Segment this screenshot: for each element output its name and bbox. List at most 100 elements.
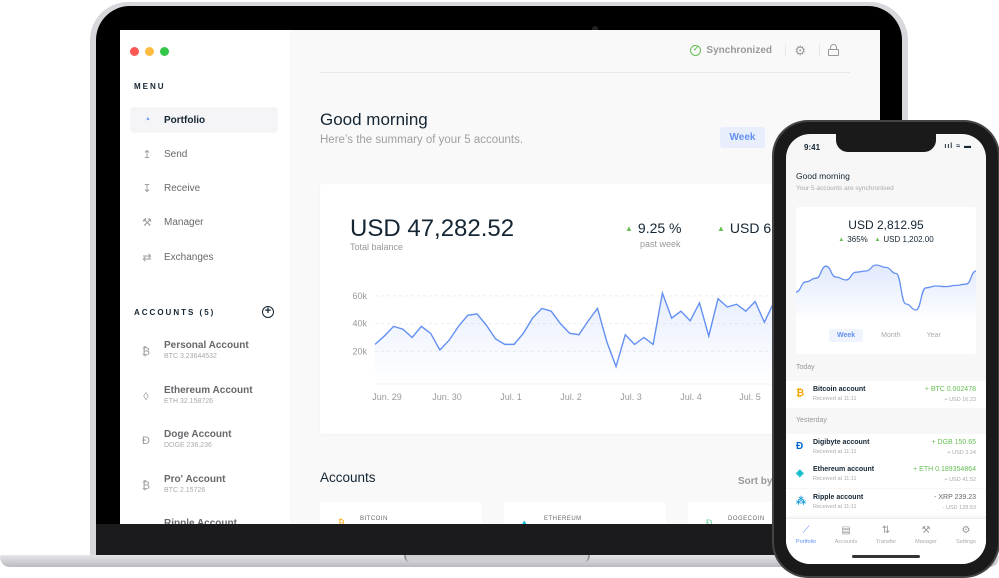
sidebar-item-exchanges[interactable]: ⇄ Exchanges — [130, 244, 278, 270]
transfer-icon: ⇅ — [881, 525, 891, 536]
nav-accounts[interactable]: ▤ Accounts — [826, 525, 866, 545]
x-tick-label: Jun. 30 — [432, 392, 462, 402]
y-tick-label: 40k — [352, 319, 367, 329]
close-window-button[interactable] — [130, 47, 139, 56]
transaction-row[interactable]: ₿ Bitcoin account Received at 11:11 + BTC 0… — [786, 381, 986, 408]
mobile-total-balance: USD 2,812.95 — [848, 218, 924, 232]
sync-status: ✓ Synchronized — [690, 45, 772, 56]
divider — [819, 44, 820, 56]
account-item[interactable]: ◊ Ethereum Account ETH 32.158726 — [140, 385, 253, 430]
tab-month[interactable]: Month — [873, 329, 908, 342]
account-text: Ripple Account — [164, 518, 237, 524]
transaction-time: Received at 11:11 — [813, 476, 857, 482]
transaction-name: Bitcoin account — [813, 386, 866, 393]
account-card-label: ETHEREUM — [544, 516, 582, 522]
laptop-notch — [404, 555, 590, 562]
sidebar-item-receive[interactable]: ↧ Receive — [130, 176, 278, 202]
account-text: Pro' Account BTC 2.15726 — [164, 474, 225, 494]
tab-year[interactable]: Year — [919, 329, 949, 342]
account-item[interactable]: ₿ Pro' Account BTC 2.15726 — [140, 474, 253, 519]
transaction-amount: + ETH 0.189354864 — [913, 466, 976, 473]
account-card[interactable]: ♦ ETHEREUM — [504, 502, 666, 524]
transaction-usd: + USD 16.23 — [944, 397, 976, 403]
y-tick-label: 20k — [352, 346, 367, 356]
tab-week[interactable]: Week — [829, 329, 864, 342]
mobile-change-percent: 365% — [847, 235, 868, 244]
sidebar-item-portfolio[interactable]: ◔ Portfolio — [130, 107, 278, 133]
transaction-time: Received at 11:11 — [813, 503, 857, 510]
account-item[interactable]: ₿ Personal Account BTC 3.23644532 — [140, 340, 253, 385]
nav-portfolio[interactable]: ⟋ Portfolio — [786, 525, 826, 545]
tools-icon: ⚒ — [921, 525, 931, 536]
total-balance: USD 47,282.52 — [350, 215, 515, 242]
range-week-button[interactable]: Week — [720, 127, 765, 148]
transaction-row[interactable]: ◈ Ethereum account Received at 11:11 + ETH … — [786, 461, 986, 488]
ripple-icon: ⁂ — [796, 495, 806, 507]
x-tick-label: Jul. 3 — [620, 392, 642, 402]
up-arrow-icon: ▲ — [838, 237, 845, 243]
dogecoin-icon: Đ — [706, 518, 713, 524]
digibyte-icon: Ɖ — [796, 440, 804, 452]
sidebar-nav: ◔ Portfolio ↥ Send ↧ Receive ⚒ Manager ⇄ Exchange… — [130, 107, 278, 278]
maximize-window-button[interactable] — [160, 47, 169, 56]
account-card-label: DOGECOIN — [728, 516, 765, 522]
pie-chart-icon: ◔ — [143, 114, 151, 126]
account-card[interactable]: ₿ BITCOIN — [320, 502, 482, 524]
section-heading: Today — [796, 364, 815, 371]
sidebar-item-label: Send — [164, 148, 188, 160]
chart-area — [375, 293, 820, 384]
x-tick-label: Jul. 4 — [680, 392, 702, 402]
bitcoin-icon: ₿ — [141, 479, 151, 492]
transaction-name: Digibyte account — [813, 438, 870, 446]
up-arrow-icon: ▲ — [874, 237, 881, 243]
transaction-name: Ethereum account — [813, 466, 875, 473]
nav-label: Transfer — [875, 539, 897, 545]
transaction-row[interactable]: ⁂ Ripple account Received at 11:11 - XRP 23… — [786, 488, 986, 516]
sidebar-item-label: Receive — [164, 183, 201, 195]
account-name: Ripple Account — [164, 518, 237, 524]
transaction-amount: + DGB 150.65 — [931, 438, 976, 446]
change-usd-value: USD 6 — [729, 220, 772, 236]
minimize-window-button[interactable] — [145, 47, 154, 56]
add-account-button[interactable]: + — [262, 306, 274, 318]
transaction-usd: + USD 3.24 — [947, 449, 976, 456]
balance-chart: 20k 40k 60k Jun. 29 Jun. 30 Jul. 1 Jul. 2 Jul. … — [352, 290, 820, 402]
gear-icon[interactable]: ⚙ — [794, 43, 806, 59]
sync-status-label: Synchronized — [706, 45, 772, 56]
account-item[interactable]: Đ Doge Account DOGE 236.236 — [140, 429, 253, 474]
mobile-change-usd: USD 1,202.00 — [883, 235, 934, 244]
lock-icon[interactable] — [828, 44, 839, 56]
transaction-row[interactable]: Ɖ Digibyte account Received at 11:11 + DGB … — [786, 433, 986, 461]
bitcoin-icon: ₿ — [141, 346, 151, 358]
x-tick-label: Jul. 2 — [560, 392, 582, 402]
dogecoin-icon: Đ — [142, 435, 150, 447]
sort-by-dropdown[interactable]: Sort by — [738, 476, 772, 487]
bitcoin-icon: ₿ — [338, 518, 345, 524]
account-name: Ethereum Account — [164, 384, 253, 396]
nav-transfer[interactable]: ⇅ Transfer — [866, 525, 906, 545]
upload-arrow-icon: ↥ — [142, 148, 152, 161]
greeting-subtitle: Here’s the summary of your 5 accounts. — [320, 134, 524, 146]
chart-icon: ⟋ — [802, 525, 810, 536]
change-percent-value: 9.25 % — [637, 220, 682, 236]
account-name: Pro' Account — [164, 473, 226, 485]
home-indicator[interactable] — [852, 555, 920, 558]
nav-label: Accounts — [834, 539, 858, 545]
sidebar-item-manager[interactable]: ⚒ Manager — [130, 210, 278, 236]
account-text: Ethereum Account ETH 32.158726 — [164, 385, 253, 405]
account-balance: BTC 2.15726 — [164, 486, 206, 494]
account-item[interactable]: Ripple Account — [140, 518, 253, 524]
account-text: Doge Account DOGE 236.236 — [164, 429, 231, 449]
change-usd: ▲ USD 6 — [717, 220, 771, 236]
chart-area — [796, 265, 976, 322]
nav-manager[interactable]: ⚒ Manager — [906, 525, 946, 545]
total-balance-label: Total balance — [350, 242, 404, 252]
mobile-greeting: Good morning — [796, 171, 850, 181]
section-heading: Yesterday — [796, 416, 827, 424]
up-arrow-icon: ▲ — [717, 224, 725, 233]
change-percent: ▲ 9.25 % — [625, 220, 682, 236]
exchange-arrows-icon: ⇄ — [142, 251, 152, 264]
sidebar-item-send[interactable]: ↥ Send — [130, 141, 278, 167]
nav-settings[interactable]: ⚙ Settings — [946, 525, 986, 545]
account-balance: ETH 32.158726 — [164, 397, 214, 405]
